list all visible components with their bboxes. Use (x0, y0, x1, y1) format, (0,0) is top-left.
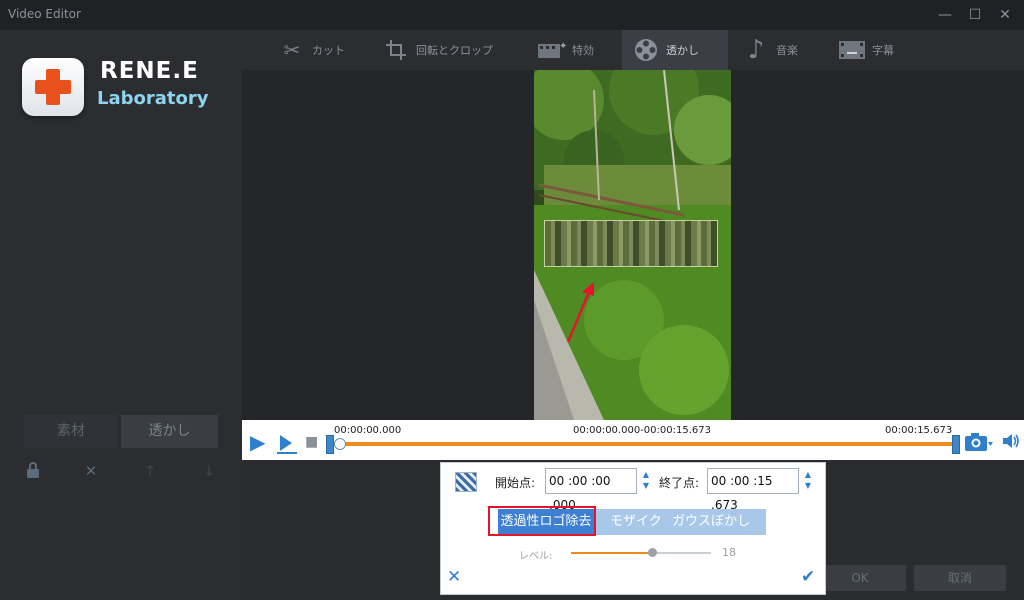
tool-cut-label: カット (312, 44, 345, 57)
tab-watermark[interactable]: 透かし (121, 415, 218, 448)
tool-effects-label: 特効 (572, 44, 594, 57)
stop-icon[interactable]: ■ (305, 432, 318, 452)
tab-material[interactable]: 素材 (24, 415, 118, 448)
end-point-label: 終了点: (659, 476, 700, 490)
logo-subtitle: Laboratory (97, 88, 209, 109)
ok-button[interactable]: OK (814, 565, 906, 591)
tool-subtitle-label: 字幕 (872, 44, 894, 57)
timeline-end-time: 00:00:15.673 (885, 425, 953, 436)
level-value: 18 (722, 546, 736, 559)
dialog-cancel-icon[interactable]: ✕ (447, 567, 461, 587)
level-slider[interactable] (571, 548, 711, 557)
lock-icon[interactable] (24, 462, 42, 480)
mode-mosaic-gauss[interactable]: モザイク ガウスぼかし (594, 509, 766, 535)
title-bar: Video Editor — ☐ ✕ (0, 0, 1024, 30)
arrow-down-icon[interactable]: ↓ (200, 462, 218, 480)
cancel-button[interactable]: 取消 (914, 565, 1006, 591)
timeline-playhead[interactable] (334, 438, 346, 450)
close-icon[interactable]: ✕ (82, 462, 100, 480)
mode-gauss-label[interactable]: ガウスぼかし (672, 514, 750, 529)
tool-rotate-crop-label: 回転とクロップ (416, 44, 493, 57)
end-time-spinner[interactable]: ▲ ▼ (801, 469, 815, 493)
tool-watermark-label: 透かし (666, 44, 699, 57)
timeline-range: 00:00:00.000-00:00:15.673 (573, 425, 711, 436)
window-title: Video Editor (8, 7, 81, 21)
dialog-confirm-icon[interactable]: ✔ (801, 567, 815, 587)
highlight-box (488, 506, 596, 536)
level-slider-fill (571, 552, 653, 554)
left-panel: RENE.E Laboratory 素材 透かし ✕ ↑ ↓ (0, 30, 242, 600)
timeline-bar: 00:00:00.000 00:00:00.000-00:00:15.673 0… (242, 420, 1024, 460)
mode-mosaic-label[interactable]: モザイク (610, 514, 662, 529)
timeline-track[interactable] (332, 442, 954, 446)
toolbar: ✂ カット 回転とクロップ ✦ 特効 透かし ♪ 音楽 字幕 (242, 30, 1024, 70)
level-label: レベル: (519, 551, 553, 562)
close-window-icon[interactable]: ✕ (994, 4, 1016, 26)
timeline-start-time: 00:00:00.000 (334, 425, 402, 436)
tool-effects-button[interactable]: ✦ 特効 (536, 30, 594, 70)
play-segment-icon[interactable] (276, 432, 298, 459)
tool-subtitle-button[interactable]: 字幕 (836, 30, 894, 70)
scissors-icon: ✂ (283, 38, 301, 62)
volume-icon[interactable] (1002, 432, 1020, 455)
timeline-start-handle[interactable] (326, 435, 334, 454)
music-note-icon: ♪ (747, 35, 765, 65)
film-effects-icon: ✦ (536, 35, 568, 65)
red-arrow-annotation (566, 282, 594, 343)
film-reel-icon (630, 35, 662, 65)
mosaic-icon[interactable] (455, 472, 477, 492)
logo-name: RENE.E (100, 58, 199, 84)
subtitle-film-icon (836, 35, 868, 65)
arrow-up-icon[interactable]: ↑ (141, 462, 159, 480)
start-time-spinner[interactable]: ▲ ▼ (639, 469, 653, 493)
watermark-dialog: 開始点: 00 :00 :00 .000 ▲ ▼ 終了点: 00 :00 :15 … (440, 462, 826, 595)
tool-rotate-crop-button[interactable]: 回転とクロップ (380, 30, 493, 70)
level-slider-thumb[interactable] (648, 548, 658, 557)
video-preview-area (242, 70, 1024, 420)
video-frame (534, 70, 731, 420)
tool-music-label: 音楽 (776, 44, 798, 57)
play-icon[interactable]: ▶ (250, 432, 265, 452)
logo-icon (22, 58, 84, 116)
svg-text:✦: ✦ (559, 41, 567, 52)
tool-cut-button[interactable]: ✂ カット (276, 30, 345, 70)
camera-icon[interactable] (964, 432, 994, 457)
maximize-icon[interactable]: ☐ (964, 4, 986, 26)
tool-music-button[interactable]: ♪ 音楽 (740, 30, 798, 70)
timeline-end-handle[interactable] (952, 435, 960, 454)
tool-watermark-button[interactable]: 透かし (622, 30, 728, 70)
crop-icon (380, 35, 412, 65)
end-time-input[interactable]: 00 :00 :15 .673 (707, 468, 799, 512)
start-point-label: 開始点: (495, 476, 536, 490)
minimize-icon[interactable]: — (934, 4, 956, 26)
start-time-input[interactable]: 00 :00 :00 .000 (545, 468, 637, 512)
